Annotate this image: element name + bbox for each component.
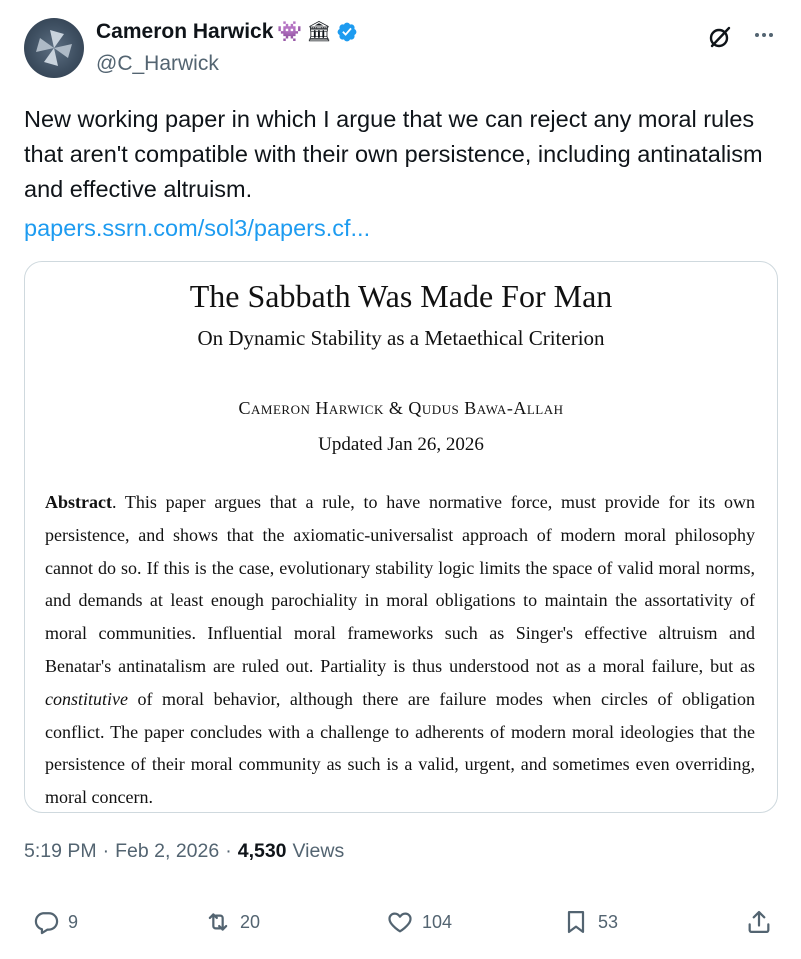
tweet-meta: 5:19 PM · Feb 2, 2026 · 4,530 Views xyxy=(24,840,344,863)
tweet-text: New working paper in which I argue that … xyxy=(24,106,763,202)
tweet-link[interactable]: papers.ssrn.com/sol3/papers.cf... xyxy=(24,211,370,246)
grok-button[interactable] xyxy=(707,24,733,50)
more-button[interactable] xyxy=(751,22,777,48)
paper-authors: Cameron Harwick & Qudus Bawa-Allah xyxy=(238,398,564,418)
share-button[interactable] xyxy=(745,908,773,936)
abstract-text-1: . This paper argues that a rule, to have… xyxy=(45,492,755,676)
like-button[interactable]: 104 xyxy=(386,908,452,936)
reply-count: 9 xyxy=(68,911,79,932)
repost-button[interactable]: 20 xyxy=(204,908,260,936)
post-time[interactable]: 5:19 PM xyxy=(24,840,97,863)
user-handle[interactable]: @C_Harwick xyxy=(96,52,219,76)
repost-icon xyxy=(208,913,228,931)
grok-icon xyxy=(709,26,731,48)
classical-building-emoji: 🏛 xyxy=(306,21,332,43)
paper-title: The Sabbath Was Made For Man xyxy=(189,278,613,314)
abstract-text-2: of moral behavior, although there are fa… xyxy=(45,688,755,808)
avatar[interactable] xyxy=(24,18,84,78)
paper-abstract: Abstract. This paper argues that a rule,… xyxy=(45,486,755,812)
display-name[interactable]: Cameron Harwick xyxy=(96,20,273,44)
share-icon xyxy=(748,910,770,934)
name-row: Cameron Harwick 👾 🏛 xyxy=(96,20,358,44)
abstract-emphasis: constitutive xyxy=(45,688,128,709)
bookmark-count: 53 xyxy=(598,911,619,932)
post-date[interactable]: Feb 2, 2026 xyxy=(115,840,219,863)
views-label: Views xyxy=(292,840,345,862)
paper-preview-card[interactable]: The Sabbath Was Made For Man On Dynamic … xyxy=(24,261,778,813)
bookmark-button[interactable]: 53 xyxy=(562,908,618,936)
heart-icon xyxy=(388,912,412,933)
action-bar: 9 20 104 53 xyxy=(24,908,777,952)
tweet-header: Cameron Harwick 👾 🏛 @C_Harwick xyxy=(24,16,777,78)
reply-button[interactable]: 9 xyxy=(32,908,78,936)
abstract-label: Abstract xyxy=(45,492,112,512)
like-count: 104 xyxy=(422,911,453,932)
meta-separator: · xyxy=(102,840,110,862)
space-invader-emoji: 👾 xyxy=(277,21,303,43)
repost-count: 20 xyxy=(240,911,261,932)
views-count: 4,530 xyxy=(237,840,287,862)
avatar-pinwheel-icon xyxy=(36,30,72,66)
paper-subtitle: On Dynamic Stability as a Metaethical Cr… xyxy=(197,326,605,350)
more-icon xyxy=(755,33,773,37)
bookmark-icon xyxy=(567,910,585,934)
meta-separator: · xyxy=(225,840,232,862)
paper-date: Updated Jan 26, 2026 xyxy=(318,434,484,455)
reply-icon xyxy=(34,912,59,935)
verified-badge-icon[interactable] xyxy=(336,21,358,43)
